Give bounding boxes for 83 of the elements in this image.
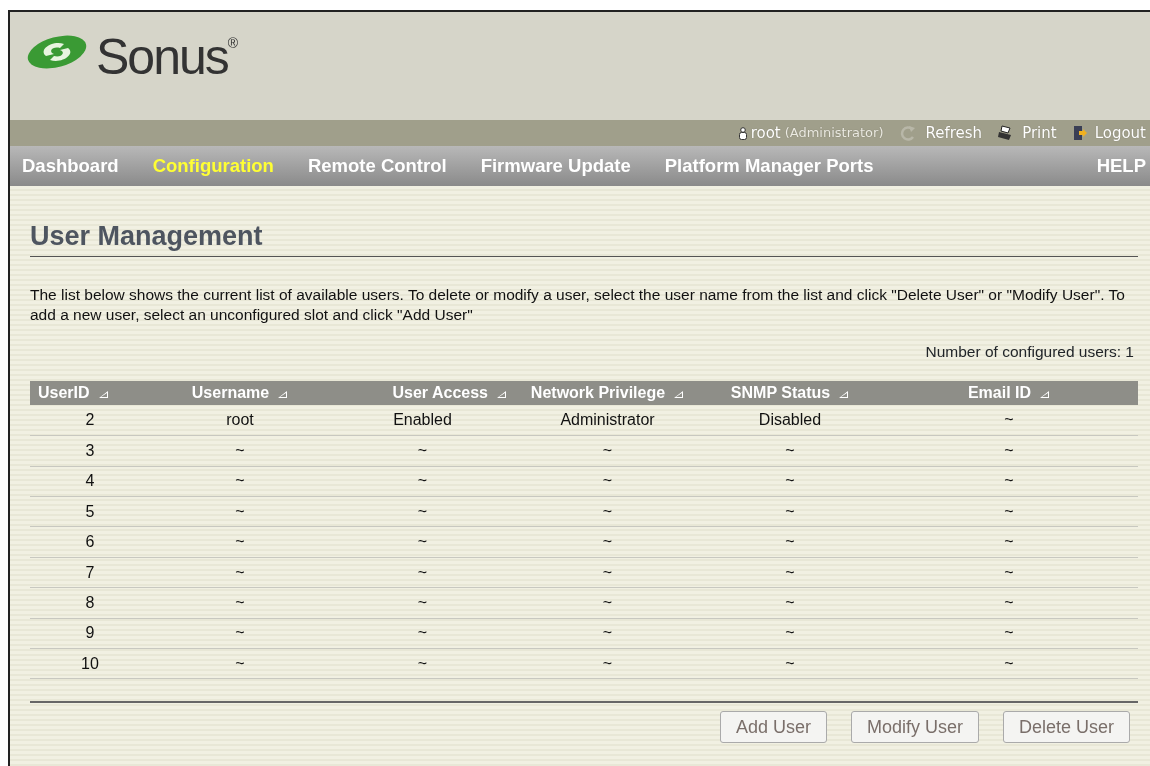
- user-icon: [738, 126, 747, 140]
- sort-icon: [1039, 389, 1051, 399]
- table-cell: ~: [700, 496, 880, 527]
- column-header[interactable]: SNMP Status: [700, 381, 880, 406]
- table-cell: ~: [515, 618, 700, 649]
- table-cell: ~: [515, 587, 700, 619]
- column-header[interactable]: Username: [150, 381, 330, 406]
- table-cell: ~: [515, 466, 700, 497]
- column-header[interactable]: Email ID: [880, 381, 1138, 406]
- sort-icon: [838, 389, 850, 399]
- table-cell: 2: [30, 405, 150, 436]
- user-role: (Administrator): [784, 124, 884, 143]
- table-cell: 8: [30, 587, 150, 619]
- table-cell: Enabled: [330, 405, 515, 436]
- sort-icon: [97, 389, 109, 399]
- table-cell: ~: [330, 648, 515, 679]
- nav-tab[interactable]: Remote Control: [307, 152, 447, 180]
- table-cell: ~: [330, 618, 515, 649]
- logout-link[interactable]: Logout: [1094, 121, 1146, 145]
- table-cell: 5: [30, 496, 150, 527]
- table-cell: ~: [700, 648, 880, 679]
- table-cell: ~: [700, 435, 880, 467]
- page-title: User Management: [30, 220, 1138, 258]
- table-cell: ~: [515, 435, 700, 467]
- table-cell: root: [150, 405, 330, 436]
- table-cell: ~: [880, 557, 1138, 588]
- table-cell: ~: [880, 587, 1138, 619]
- table-cell: ~: [880, 526, 1138, 558]
- table-cell: Disabled: [700, 405, 880, 436]
- column-header[interactable]: UserID: [30, 381, 150, 406]
- sort-icon: [673, 389, 685, 399]
- table-cell: ~: [150, 557, 330, 588]
- table-cell: ~: [330, 466, 515, 497]
- table-cell: ~: [330, 435, 515, 467]
- table-cell: ~: [150, 526, 330, 558]
- table-cell: ~: [880, 466, 1138, 497]
- print-link[interactable]: Print: [1022, 121, 1057, 145]
- table-cell: ~: [515, 648, 700, 679]
- table-cell: ~: [700, 526, 880, 558]
- table-cell: ~: [700, 466, 880, 497]
- description-text: The list below shows the current list of available users. To delete or modify a user, select the user name from the list and click "Delete User" or "Modify User". To add a new user, select an unconfigured slot and click "Add User": [30, 285, 1126, 325]
- table-cell: ~: [150, 648, 330, 679]
- table-cell: ~: [330, 496, 515, 527]
- nav-tab[interactable]: Dashboard: [22, 152, 119, 180]
- table-cell: ~: [880, 618, 1138, 649]
- table-cell: ~: [515, 557, 700, 588]
- table-cell: ~: [330, 557, 515, 588]
- table-cell: ~: [700, 557, 880, 588]
- table-cell: ~: [515, 496, 700, 527]
- table-cell: ~: [150, 618, 330, 649]
- table-cell: 7: [30, 557, 150, 588]
- table-cell: 6: [30, 526, 150, 558]
- refresh-link[interactable]: Refresh: [925, 121, 983, 145]
- sort-icon: [496, 389, 507, 399]
- user-count: Number of configured users: 1: [924, 342, 1134, 363]
- nav-tab[interactable]: Firmware Update: [480, 152, 631, 180]
- table-cell: ~: [700, 587, 880, 619]
- table-cell: ~: [330, 587, 515, 619]
- refresh-icon: [899, 125, 918, 141]
- nav-tab[interactable]: Configuration: [152, 152, 274, 180]
- column-header[interactable]: Network Privilege: [515, 381, 700, 406]
- sort-icon: [277, 389, 289, 399]
- table-cell: ~: [150, 435, 330, 467]
- table-cell: ~: [880, 435, 1138, 467]
- table-cell: ~: [880, 405, 1138, 436]
- table-cell: 3: [30, 435, 150, 467]
- user-name: root: [750, 122, 781, 144]
- logout-icon: [1072, 125, 1087, 141]
- table-cell: ~: [150, 466, 330, 497]
- table-cell: ~: [880, 496, 1138, 527]
- help-link[interactable]: HELP: [1096, 152, 1146, 180]
- table-cell: ~: [700, 618, 880, 649]
- table-cell: ~: [150, 496, 330, 527]
- table-cell: ~: [330, 526, 515, 558]
- column-header[interactable]: User Access: [330, 381, 515, 406]
- table-cell: ~: [150, 587, 330, 619]
- table-cell: Administrator: [515, 405, 700, 436]
- nav-tab[interactable]: Platform Manager Ports: [664, 152, 874, 180]
- table-cell: 9: [30, 618, 150, 649]
- table-cell: ~: [515, 526, 700, 558]
- table-cell: ~: [880, 648, 1138, 679]
- table-cell: 10: [30, 648, 150, 679]
- table-cell: 4: [30, 466, 150, 497]
